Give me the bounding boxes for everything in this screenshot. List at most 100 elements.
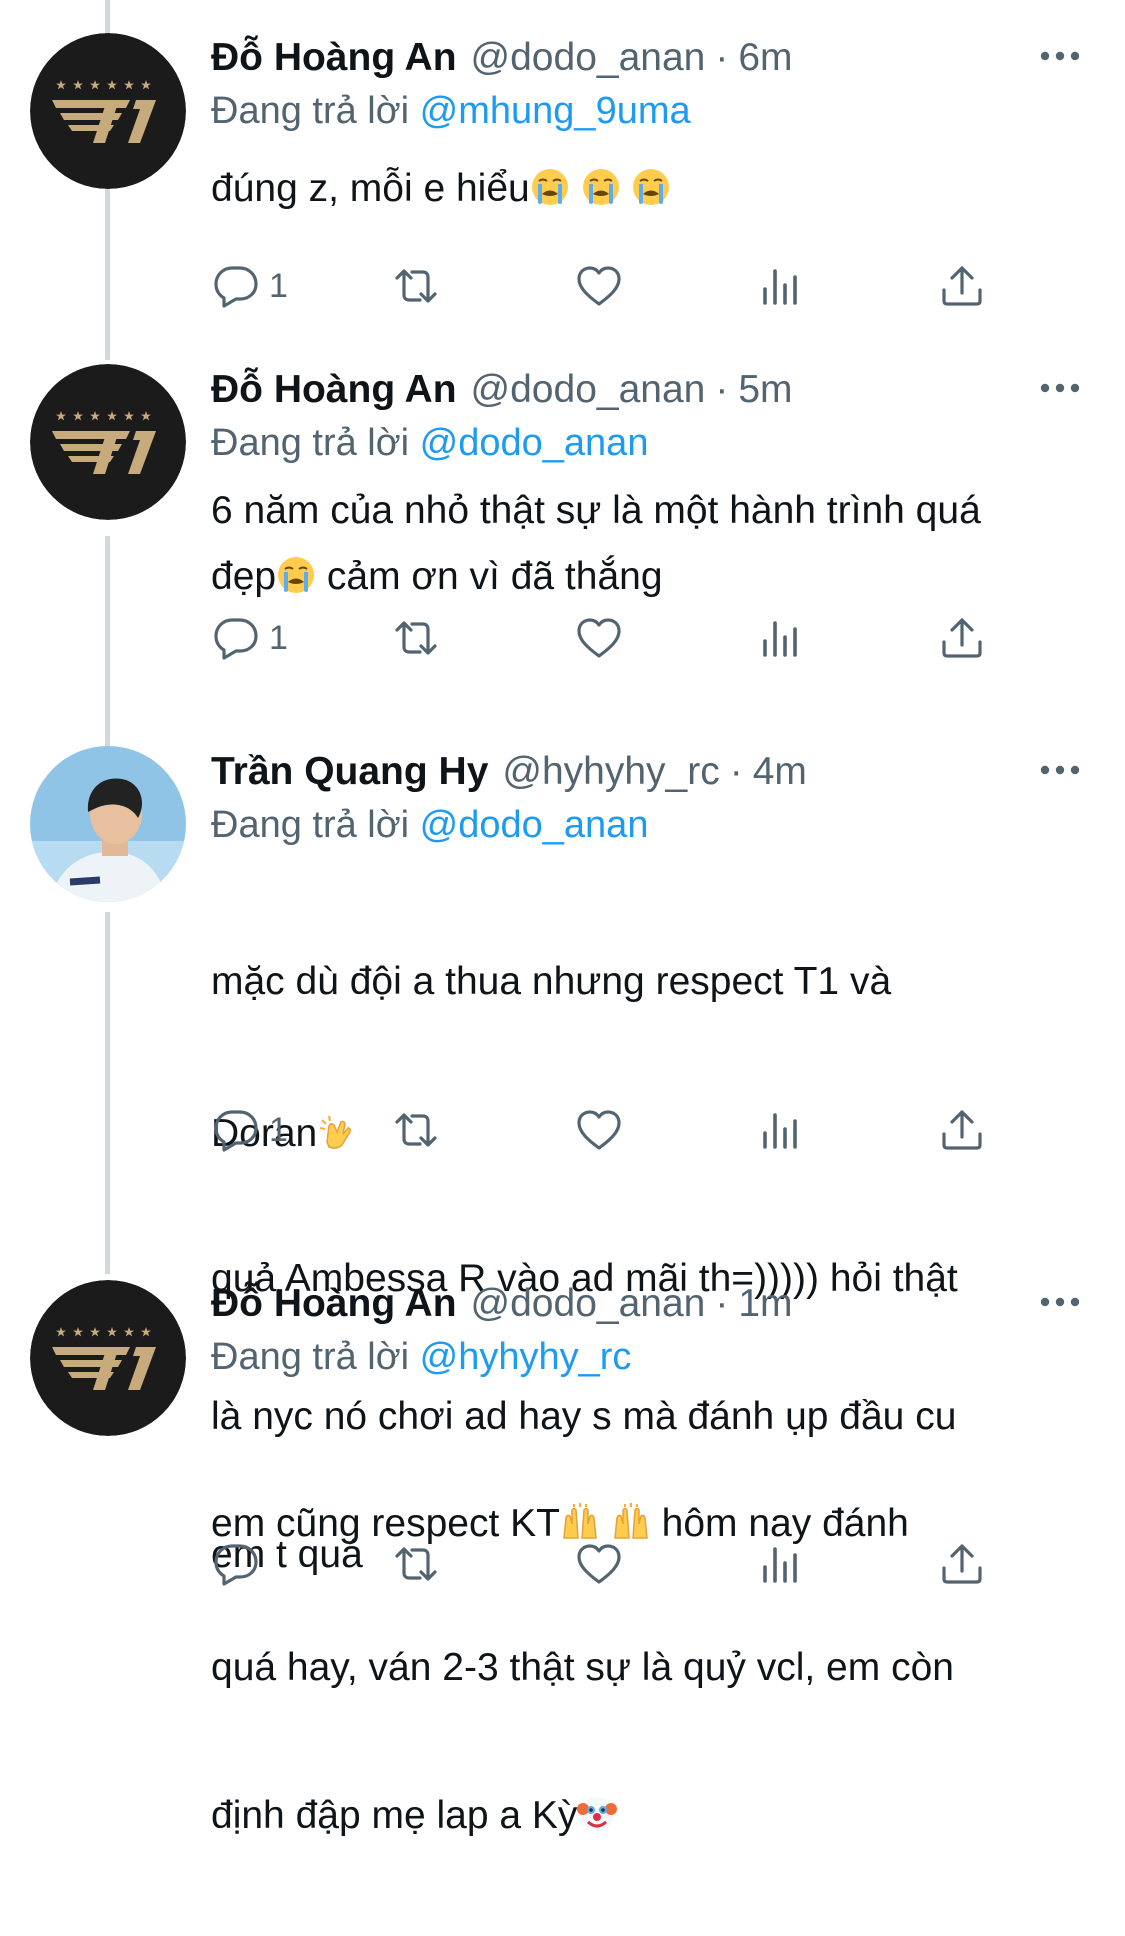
separator-dot: · <box>729 750 743 793</box>
replying-to: Đang trả lời @mhung_9uma <box>211 86 1085 136</box>
separator-dot: · <box>715 368 729 411</box>
author-name[interactable]: Đỗ Hoàng An <box>211 362 457 418</box>
action-bar: 1 <box>211 1100 1011 1160</box>
more-button[interactable] <box>1035 1282 1085 1322</box>
t1-logo-icon <box>30 1280 186 1436</box>
clown-face-emoji <box>577 1794 617 1834</box>
separator-dot: · <box>715 36 729 79</box>
loudly-crying-face-emoji <box>276 555 316 595</box>
avatar[interactable] <box>30 1280 186 1436</box>
more-icon <box>1035 1282 1085 1322</box>
t1-logo-icon <box>30 33 186 189</box>
views-button[interactable] <box>756 1100 806 1160</box>
author-name[interactable]: Đỗ Hoàng An <box>211 30 457 86</box>
tweet-header: Trần Quang Hy @hyhyhy_rc · 4m <box>211 744 1085 800</box>
profile-photo <box>30 746 186 902</box>
share-icon <box>937 613 987 663</box>
timestamp[interactable]: 5m <box>738 362 792 418</box>
author-handle[interactable]: @dodo_anan <box>471 362 706 418</box>
reply-button[interactable]: 1 <box>211 1100 288 1160</box>
more-button[interactable] <box>1035 36 1085 76</box>
tweet-text: đúng z, mỗi e hiểu <box>211 158 1085 220</box>
author-handle[interactable]: @dodo_anan <box>471 1276 706 1332</box>
replying-to-mention[interactable]: @dodo_anan <box>420 422 649 464</box>
like-icon <box>574 613 624 663</box>
reply-button[interactable]: 1 <box>211 256 288 316</box>
views-icon <box>756 261 806 311</box>
share-icon <box>937 1105 987 1155</box>
retweet-button[interactable] <box>391 256 441 316</box>
more-button[interactable] <box>1035 750 1085 790</box>
timestamp[interactable]: 1m <box>738 1276 792 1332</box>
replying-to-mention[interactable]: @hyhyhy_rc <box>420 1336 632 1378</box>
author-handle[interactable]: @dodo_anan <box>471 30 706 86</box>
author-name[interactable]: Đỗ Hoàng An <box>211 1276 457 1332</box>
like-button[interactable] <box>574 256 624 316</box>
tweet-text-line: quá hay, ván 2-3 thật sự là quỷ vcl, em … <box>211 1646 954 1689</box>
views-button[interactable] <box>756 608 806 668</box>
separator-dot: · <box>715 1282 729 1325</box>
replying-to-mention[interactable]: @dodo_anan <box>420 804 649 846</box>
retweet-icon <box>391 613 441 663</box>
replying-to-mention[interactable]: @mhung_9uma <box>420 90 691 132</box>
retweet-icon <box>391 261 441 311</box>
tweet-text-fragment: cảm ơn vì đã thắng <box>316 555 663 598</box>
loudly-crying-face-emoji <box>530 167 570 207</box>
like-button[interactable] <box>574 1534 624 1594</box>
author-name[interactable]: Trần Quang Hy <box>211 744 488 800</box>
reply-button[interactable] <box>211 1534 269 1594</box>
reply-count: 1 <box>269 618 288 657</box>
tweet-text-line: mặc dù đội a thua nhưng respect T1 và <box>211 960 892 1003</box>
share-button[interactable] <box>937 256 987 316</box>
reply-button[interactable]: 1 <box>211 608 288 668</box>
like-icon <box>574 1105 624 1155</box>
views-button[interactable] <box>756 256 806 316</box>
avatar[interactable] <box>30 33 186 189</box>
tweet-text-line: định đập mẹ lap a Kỳ <box>211 1784 1085 1848</box>
share-button[interactable] <box>937 608 987 668</box>
reply-count: 1 <box>269 1110 288 1149</box>
like-button[interactable] <box>574 1100 624 1160</box>
views-icon <box>756 1539 806 1589</box>
reply-thread: Đỗ Hoàng An @dodo_anan · 6m Đang trả lời… <box>0 0 1125 1837</box>
share-button[interactable] <box>937 1534 987 1594</box>
views-icon <box>756 1105 806 1155</box>
reply-icon <box>211 1539 261 1589</box>
retweet-icon <box>391 1539 441 1589</box>
replying-to-label: Đang trả lời <box>211 804 410 846</box>
retweet-button[interactable] <box>391 1534 441 1594</box>
tweet-header: Đỗ Hoàng An @dodo_anan · 5m <box>211 362 1085 418</box>
t1-logo-icon <box>30 364 186 520</box>
share-button[interactable] <box>937 1100 987 1160</box>
like-button[interactable] <box>574 608 624 668</box>
avatar[interactable] <box>30 746 186 902</box>
loudly-crying-face-emoji <box>631 167 671 207</box>
more-icon <box>1035 750 1085 790</box>
retweet-button[interactable] <box>391 1100 441 1160</box>
loudly-crying-face-emoji <box>581 167 621 207</box>
replying-to-label: Đang trả lời <box>211 1336 410 1378</box>
like-icon <box>574 261 624 311</box>
retweet-icon <box>391 1105 441 1155</box>
tweet[interactable]: Đỗ Hoàng An @dodo_anan · 1m Đang trả lời… <box>0 1260 1125 1837</box>
tweet[interactable]: Đỗ Hoàng An @dodo_anan · 5m Đang trả lời… <box>0 340 1125 710</box>
like-icon <box>574 1539 624 1589</box>
replying-to: Đang trả lời @dodo_anan <box>211 418 1085 468</box>
retweet-button[interactable] <box>391 608 441 668</box>
author-handle[interactable]: @hyhyhy_rc <box>502 744 719 800</box>
avatar[interactable] <box>30 364 186 520</box>
reply-icon <box>211 1105 261 1155</box>
timestamp[interactable]: 6m <box>738 30 792 86</box>
tweet-text: 6 năm của nhỏ thật sự là một hành trình … <box>211 478 1085 610</box>
views-icon <box>756 613 806 663</box>
action-bar <box>211 1534 1011 1594</box>
tweet[interactable]: Đỗ Hoàng An @dodo_anan · 6m Đang trả lời… <box>0 0 1125 340</box>
tweet[interactable]: Trần Quang Hy @hyhyhy_rc · 4m Đang trả l… <box>0 710 1125 1576</box>
timestamp[interactable]: 4m <box>753 744 807 800</box>
more-button[interactable] <box>1035 368 1085 408</box>
more-icon <box>1035 36 1085 76</box>
views-button[interactable] <box>756 1534 806 1594</box>
tweet-header: Đỗ Hoàng An @dodo_anan · 6m <box>211 30 1085 86</box>
action-bar: 1 <box>211 256 1011 316</box>
replying-to: Đang trả lời @dodo_anan <box>211 800 1085 850</box>
